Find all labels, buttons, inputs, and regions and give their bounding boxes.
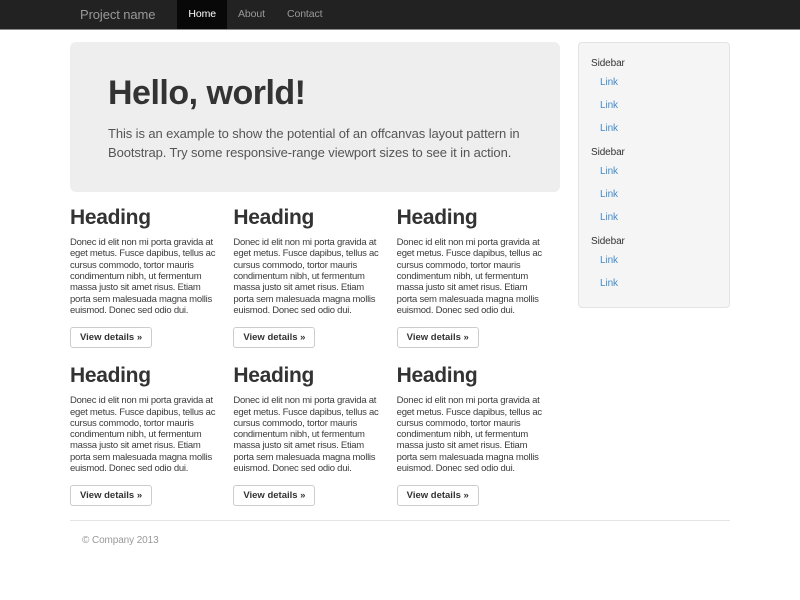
main-content: Hello, world! This is an example to show… — [70, 42, 560, 506]
sidebar-heading: Sidebar — [579, 140, 729, 160]
sidebar-link[interactable]: Link — [579, 206, 729, 229]
card-body-text: Donec id elit non mi porta gravida at eg… — [397, 237, 550, 316]
jumbotron-subtitle: This is an example to show the potential… — [108, 125, 542, 163]
sidebar-link[interactable]: Link — [579, 117, 729, 140]
copyright-text: © Company 2013 — [70, 535, 730, 546]
page-title: Hello, world! — [108, 74, 542, 113]
view-details-button[interactable]: View details » — [70, 485, 152, 506]
sidebar-group: Sidebar Link Link — [579, 229, 729, 295]
card-heading: Heading — [233, 206, 386, 229]
card-heading: Heading — [70, 364, 223, 387]
card: Heading Donec id elit non mi porta gravi… — [70, 206, 223, 348]
content-row: Hello, world! This is an example to show… — [70, 42, 730, 506]
view-details-button[interactable]: View details » — [397, 327, 479, 348]
card-heading: Heading — [233, 364, 386, 387]
sidebar-box: Sidebar Link Link Link Sidebar Link Link… — [578, 42, 730, 308]
sidebar-link[interactable]: Link — [579, 71, 729, 94]
nav-item-home[interactable]: Home — [177, 0, 227, 29]
sidebar: Sidebar Link Link Link Sidebar Link Link… — [578, 42, 730, 308]
navbar-brand[interactable]: Project name — [70, 0, 165, 29]
view-details-button[interactable]: View details » — [233, 485, 315, 506]
navbar-inner: Project name Home About Contact — [70, 0, 333, 29]
card-body-text: Donec id elit non mi porta gravida at eg… — [70, 237, 223, 316]
sidebar-link[interactable]: Link — [579, 249, 729, 272]
sidebar-group: Sidebar Link Link Link — [579, 140, 729, 229]
view-details-button[interactable]: View details » — [233, 327, 315, 348]
card-heading: Heading — [70, 206, 223, 229]
card-body-text: Donec id elit non mi porta gravida at eg… — [397, 395, 550, 474]
navbar: Project name Home About Contact — [0, 0, 800, 30]
sidebar-heading: Sidebar — [579, 229, 729, 249]
card-grid-row-1: Heading Donec id elit non mi porta gravi… — [70, 206, 560, 348]
sidebar-link[interactable]: Link — [579, 160, 729, 183]
jumbotron: Hello, world! This is an example to show… — [70, 42, 560, 192]
view-details-button[interactable]: View details » — [397, 485, 479, 506]
sidebar-link[interactable]: Link — [579, 94, 729, 117]
card: Heading Donec id elit non mi porta gravi… — [70, 364, 223, 506]
card: Heading Donec id elit non mi porta gravi… — [397, 364, 550, 506]
card-heading: Heading — [397, 206, 550, 229]
nav-item-about[interactable]: About — [227, 0, 276, 29]
sidebar-heading: Sidebar — [579, 51, 729, 71]
card-heading: Heading — [397, 364, 550, 387]
card: Heading Donec id elit non mi porta gravi… — [397, 206, 550, 348]
view-details-button[interactable]: View details » — [70, 327, 152, 348]
card-grid-row-2: Heading Donec id elit non mi porta gravi… — [70, 364, 560, 506]
page-container: Hello, world! This is an example to show… — [70, 42, 730, 546]
sidebar-link[interactable]: Link — [579, 183, 729, 206]
card-body-text: Donec id elit non mi porta gravida at eg… — [70, 395, 223, 474]
nav-item-contact[interactable]: Contact — [276, 0, 334, 29]
card: Heading Donec id elit non mi porta gravi… — [233, 364, 386, 506]
card-body-text: Donec id elit non mi porta gravida at eg… — [233, 395, 386, 474]
sidebar-link[interactable]: Link — [579, 272, 729, 295]
card-body-text: Donec id elit non mi porta gravida at eg… — [233, 237, 386, 316]
footer-divider — [70, 520, 730, 521]
footer: © Company 2013 — [70, 535, 730, 546]
card: Heading Donec id elit non mi porta gravi… — [233, 206, 386, 348]
sidebar-group: Sidebar Link Link Link — [579, 51, 729, 140]
